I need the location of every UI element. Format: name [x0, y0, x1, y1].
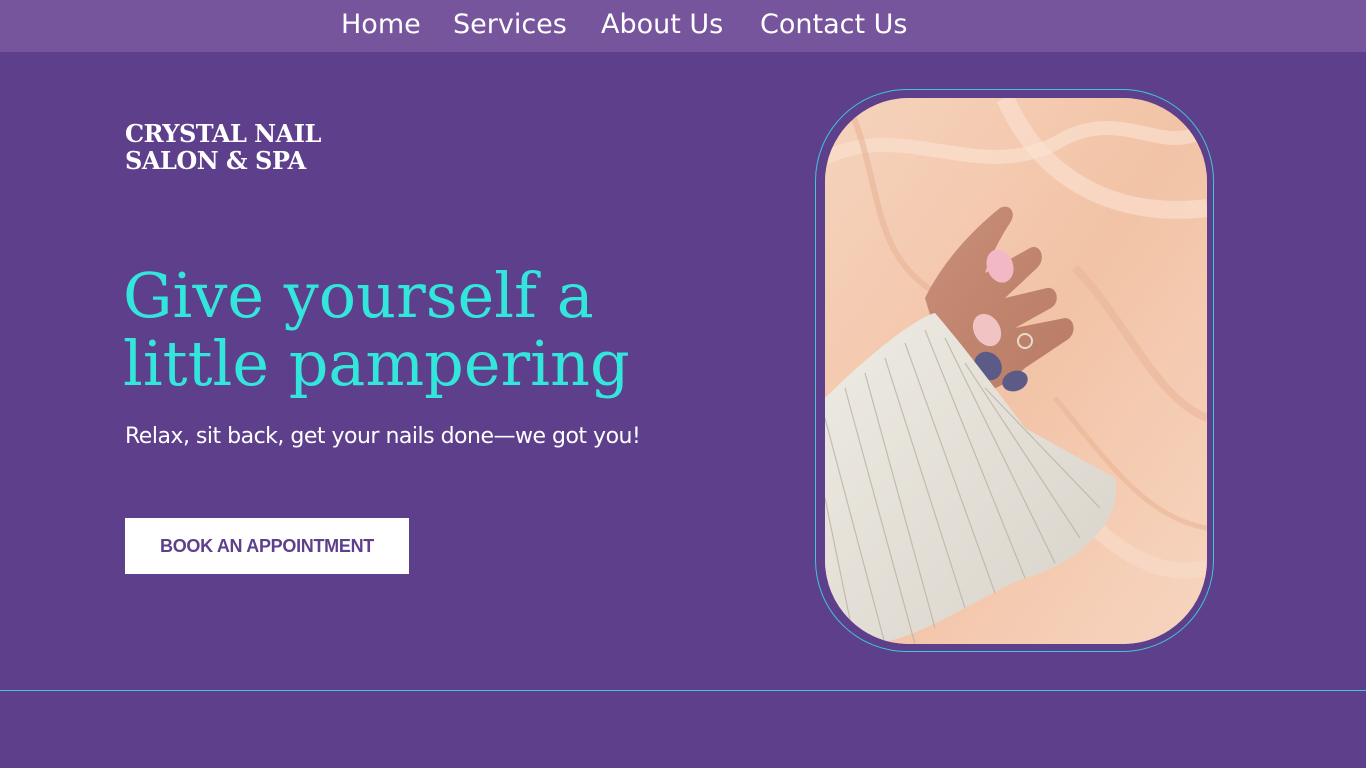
hero-headline-line-2: little pampering — [123, 327, 630, 400]
brand-line-2: SALON & SPA — [125, 146, 306, 175]
book-appointment-button[interactable]: BOOK AN APPOINTMENT — [125, 518, 409, 574]
brand-line-1: CRYSTAL NAIL — [125, 119, 321, 148]
hero-headline: Give yourself a little pampering — [123, 262, 683, 398]
nav-about-us-link[interactable]: About Us — [601, 8, 723, 42]
landing-page: Home Services About Us Contact Us CRYSTA… — [0, 0, 1366, 768]
brand-logo-text: CRYSTAL NAIL SALON & SPA — [125, 120, 385, 174]
nav-contact-us-link[interactable]: Contact Us — [760, 8, 907, 42]
nav-services-link[interactable]: Services — [453, 8, 567, 42]
nav-home-link[interactable]: Home — [341, 8, 421, 42]
manicured-hand-image — [825, 98, 1207, 644]
manicured-hand-photo — [825, 98, 1207, 644]
top-navigation: Home Services About Us Contact Us — [0, 0, 1366, 52]
section-divider — [0, 690, 1366, 691]
hero-headline-line-1: Give yourself a — [123, 259, 594, 332]
hero-subtitle: Relax, sit back, get your nails done—we … — [125, 424, 641, 449]
